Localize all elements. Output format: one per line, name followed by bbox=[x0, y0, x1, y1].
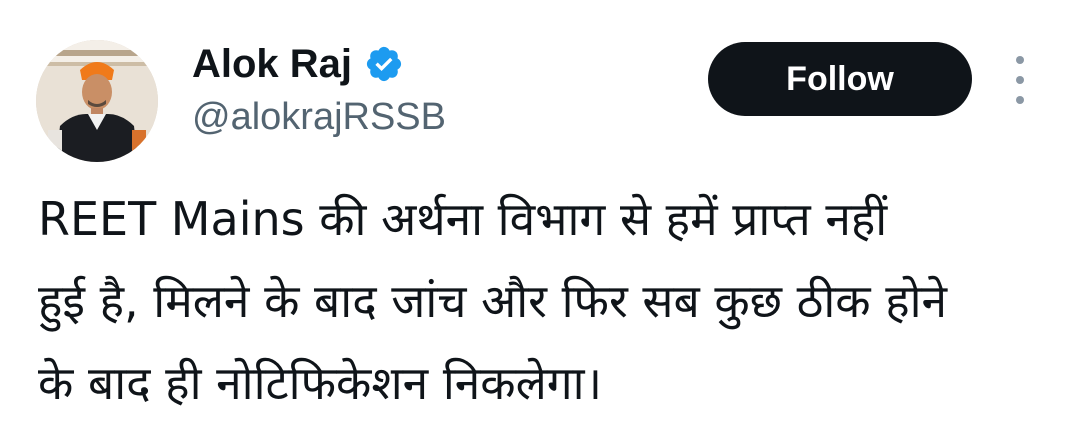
tweet-text-line: हुई है, मिलने के बाद जांच और फिर सब कुछ … bbox=[38, 274, 948, 328]
ellipsis-dot bbox=[1016, 96, 1024, 104]
avatar-photo bbox=[36, 40, 158, 162]
author-info: Alok Raj @alokrajRSSB bbox=[192, 40, 446, 140]
verified-badge-icon bbox=[364, 44, 404, 84]
tweet-card: Alok Raj @alokrajRSSB Follow REET Mains … bbox=[0, 0, 1080, 429]
tweet-text-line: के बाद ही नोटिफिकेशन निकलेगा। bbox=[38, 356, 603, 410]
ellipsis-dot bbox=[1016, 76, 1024, 84]
display-name-row: Alok Raj bbox=[192, 40, 446, 88]
vertical-ellipsis-icon[interactable] bbox=[1006, 56, 1034, 104]
avatar[interactable] bbox=[36, 40, 158, 162]
user-handle[interactable]: @alokrajRSSB bbox=[192, 94, 446, 140]
follow-button[interactable]: Follow bbox=[708, 42, 972, 116]
tweet-text-line: REET Mains की अर्थना विभाग से हमें प्राप… bbox=[38, 192, 888, 246]
ellipsis-dot bbox=[1016, 56, 1024, 64]
tweet-text: REET Mains की अर्थना विभाग से हमें प्राप… bbox=[38, 178, 1058, 424]
display-name[interactable]: Alok Raj bbox=[192, 40, 352, 88]
